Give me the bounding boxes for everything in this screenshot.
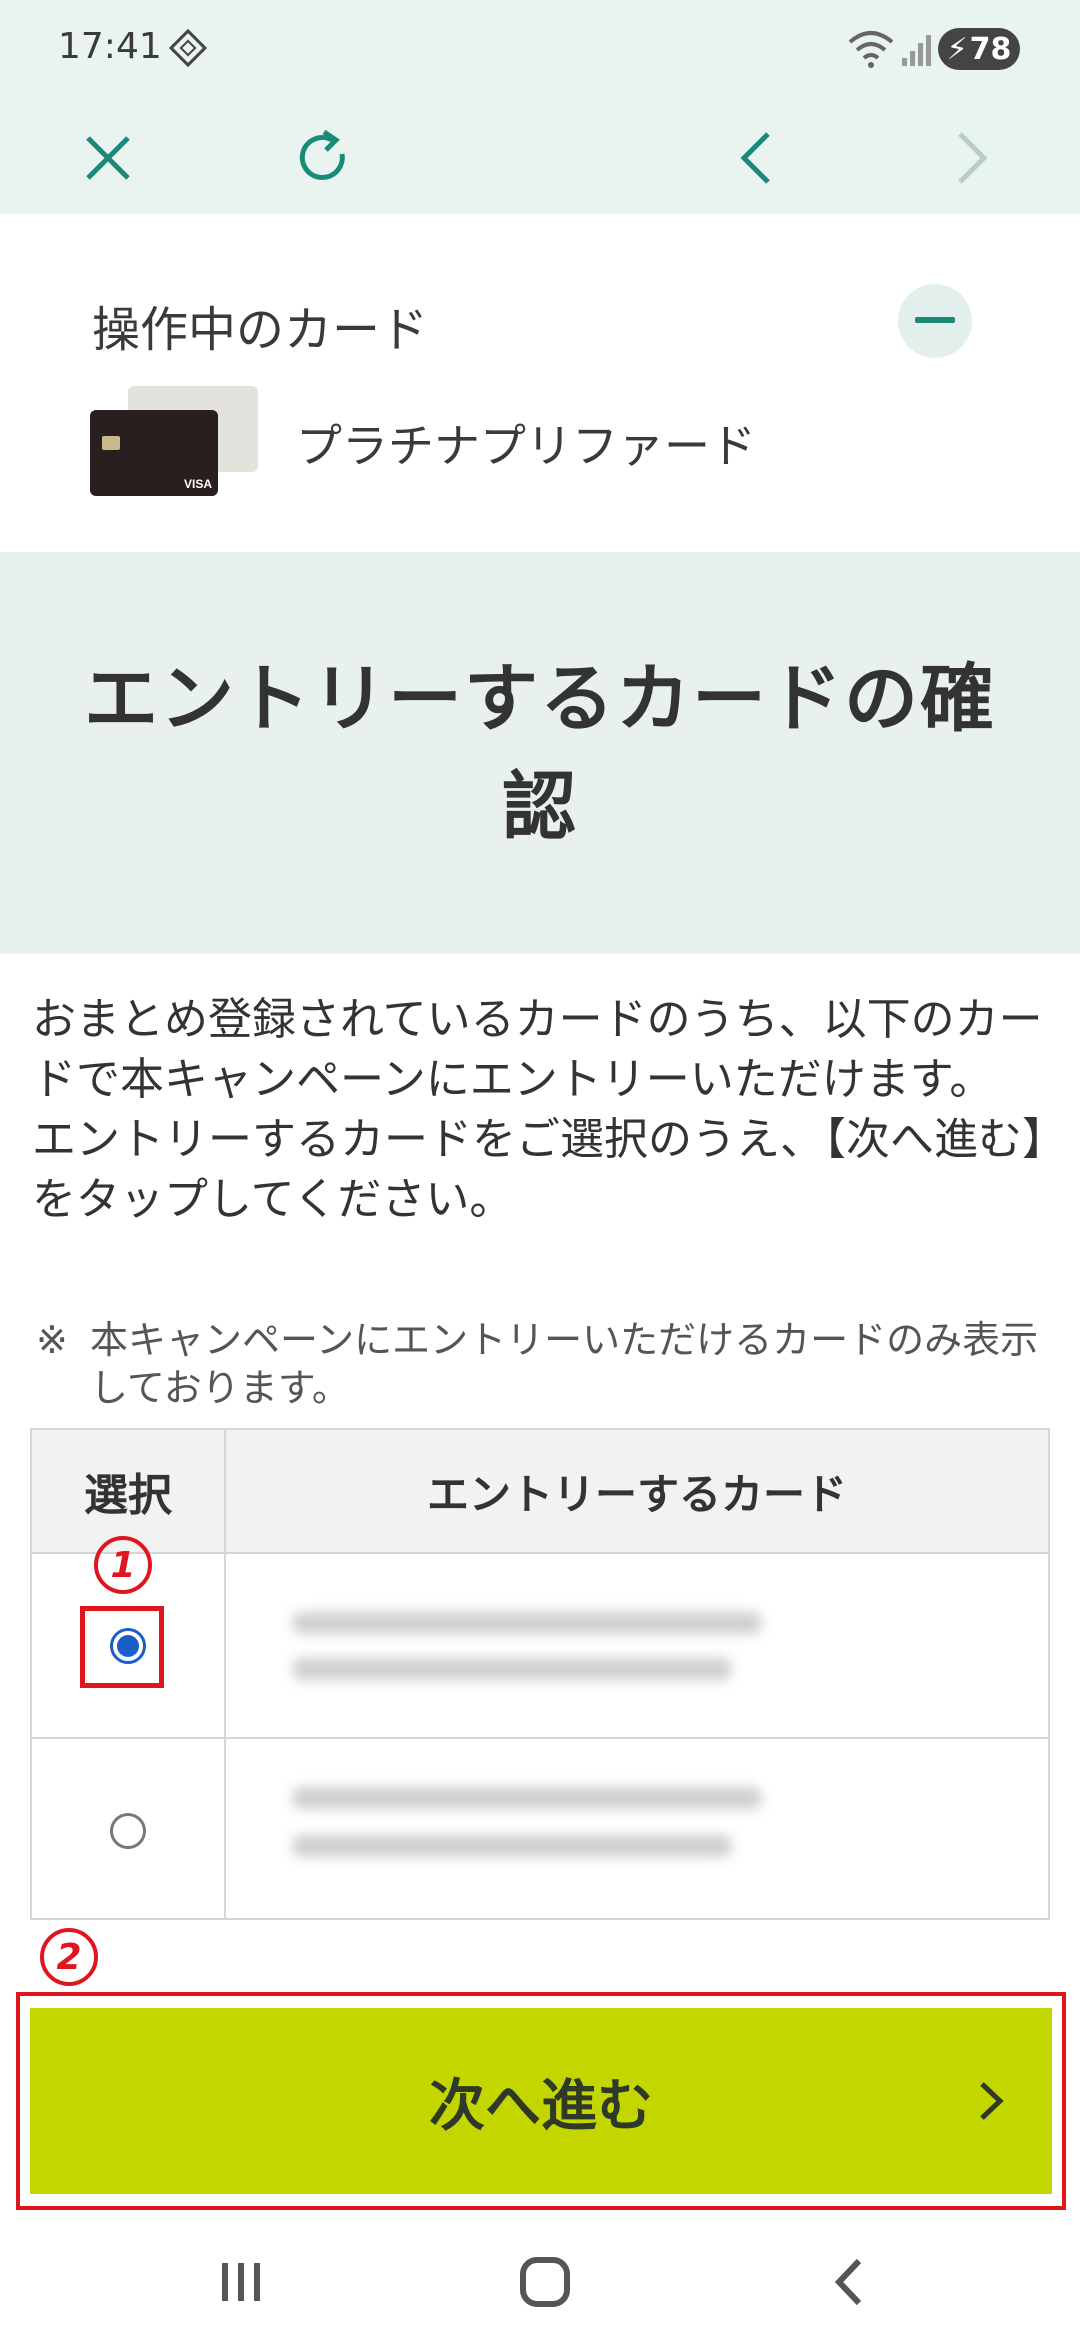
battery-icon: ⚡ 78 — [938, 28, 1020, 70]
reload-button[interactable] — [284, 118, 364, 198]
browser-toolbar — [0, 100, 1080, 214]
system-nav-bar — [0, 2220, 1080, 2340]
description-paragraph-2: エントリーするカードをご選択のうえ、【次へ進む】をタップしてください。 — [32, 1114, 1044, 1225]
page-title: エントリーするカードの確認 — [84, 656, 996, 850]
recent-apps-icon — [222, 2263, 260, 2301]
reload-icon — [299, 129, 345, 180]
wifi-icon — [848, 31, 894, 68]
current-card-name: プラチナプリファード — [296, 419, 756, 473]
radio-cell — [32, 1739, 224, 1922]
recent-apps-button[interactable] — [196, 2242, 286, 2322]
header-select: 選択 — [84, 1470, 172, 1521]
forward-icon — [958, 132, 988, 184]
back-icon — [740, 132, 770, 184]
status-time: 17:41 — [58, 26, 162, 67]
blurred-card-number — [292, 1835, 732, 1857]
blurred-card-name — [292, 1787, 762, 1809]
home-button[interactable] — [500, 2242, 590, 2322]
close-icon — [86, 136, 130, 180]
status-bar: 17:41 ⚡ 78 — [0, 0, 1080, 100]
current-card-section: 操作中のカード VISA プラチナプリファード — [0, 214, 1080, 552]
description-paragraph-1: おまとめ登録されているカードのうち、以下のカードで本キャンペーンにエントリーいた… — [32, 994, 1043, 1105]
note-mark: ※ — [36, 1318, 68, 1362]
blurred-card-name — [292, 1612, 762, 1634]
close-button[interactable] — [68, 118, 148, 198]
system-back-icon — [834, 2258, 862, 2306]
blurred-card-number — [292, 1658, 732, 1680]
description: おまとめ登録されているカードのうち、以下のカードで本キャンペーンにエントリーいた… — [32, 990, 1052, 1230]
note-text: 本キャンペーンにエントリーいただけるカードのみ表示しております。 — [90, 1318, 1039, 1410]
current-card-title: 操作中のカード — [92, 302, 429, 358]
back-button[interactable] — [716, 118, 796, 198]
note: ※ 本キャンペーンにエントリーいただけるカードのみ表示しております。 — [36, 1316, 1048, 1412]
annotation-marker-2: 2 — [40, 1928, 98, 1986]
chevron-right-icon — [980, 2082, 1004, 2120]
signal-icon — [902, 35, 931, 66]
card-image: VISA — [90, 386, 258, 496]
card-selection-table: 選択 エントリーするカード — [30, 1428, 1050, 1920]
table-header: 選択 エントリーするカード — [32, 1430, 1048, 1554]
next-button-label: 次へ進む — [429, 2073, 653, 2139]
header-entry-card: エントリーするカード — [426, 1469, 847, 1519]
table-row[interactable] — [32, 1739, 1048, 1922]
forward-button[interactable] — [932, 118, 1012, 198]
annotation-marker-1: 1 — [94, 1536, 152, 1594]
next-button[interactable]: 次へ進む — [30, 2008, 1052, 2194]
collapse-button[interactable] — [898, 284, 972, 358]
column-divider — [224, 1430, 226, 1918]
table-row[interactable] — [32, 1554, 1048, 1739]
system-back-button[interactable] — [804, 2242, 894, 2322]
heading-banner: エントリーするカードの確認 — [0, 552, 1080, 954]
home-icon — [520, 2257, 570, 2307]
minus-icon — [915, 317, 955, 323]
svg-text:VISA: VISA — [184, 477, 212, 491]
battery-level: 78 — [969, 31, 1012, 67]
card-radio-2[interactable] — [110, 1812, 146, 1849]
radio-highlight-box — [80, 1606, 164, 1688]
notification-icon — [168, 28, 208, 68]
